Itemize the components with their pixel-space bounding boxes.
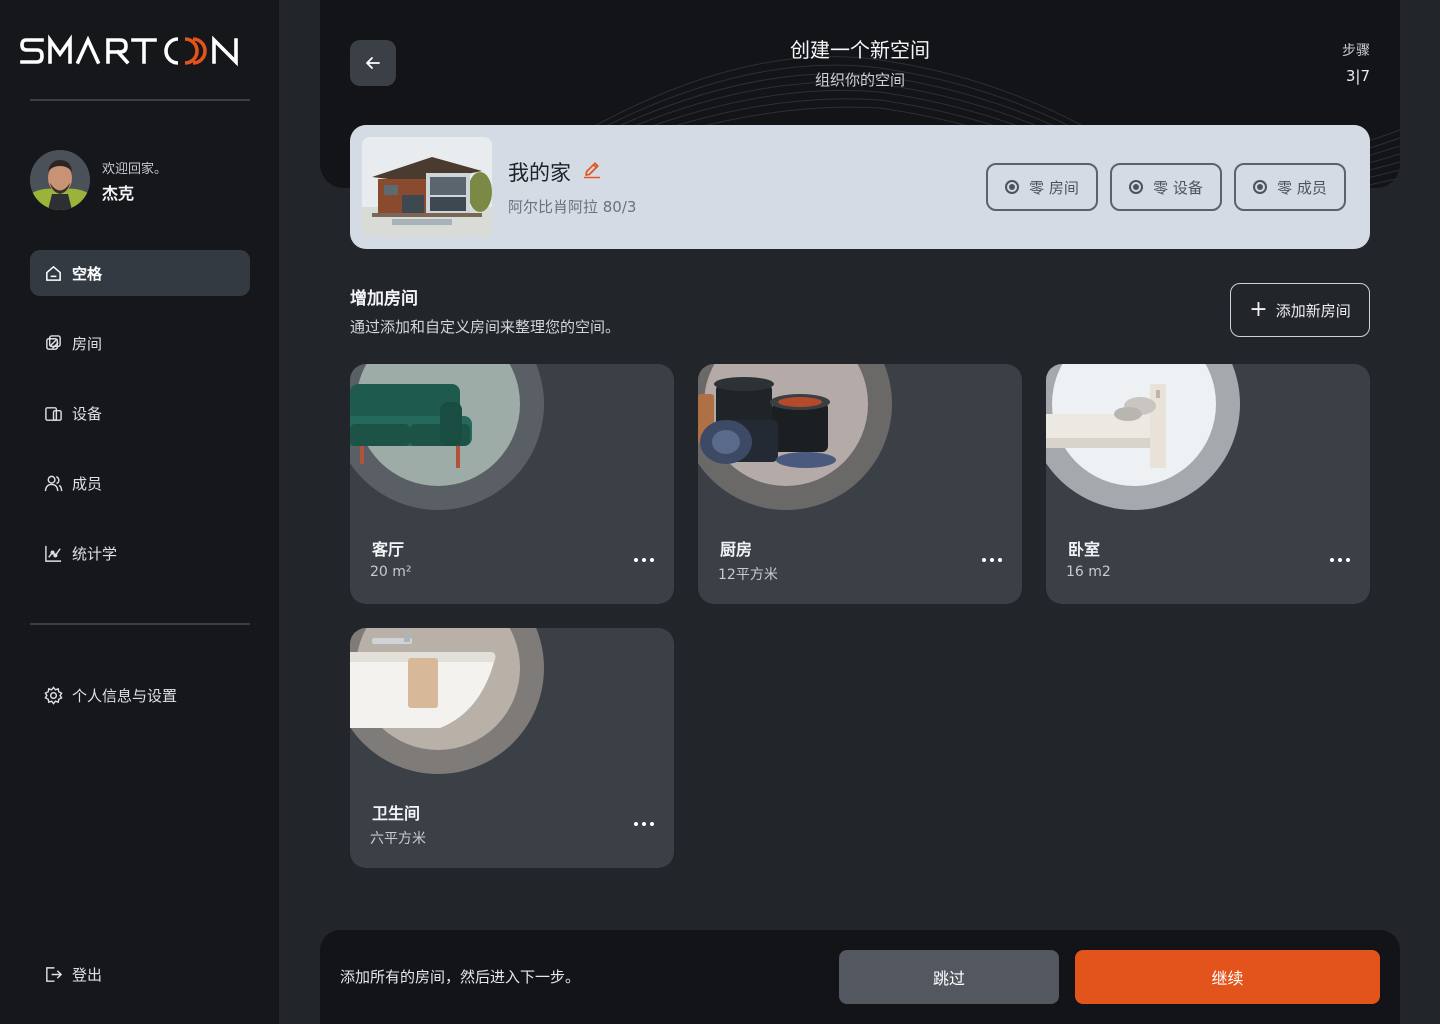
back-button[interactable]: [350, 40, 396, 86]
step-counter: 3|7: [1345, 67, 1370, 85]
nav-item-spaces[interactable]: 空格: [30, 250, 250, 296]
user-name: 杰克: [102, 184, 135, 203]
cookware-image: [698, 364, 892, 510]
nav-item-label: 登出: [72, 965, 103, 984]
bed-image: [1046, 364, 1240, 510]
arrow-left-icon: [366, 57, 380, 69]
skip-button[interactable]: 跳过: [839, 950, 1059, 1004]
statistics-icon: [43, 543, 63, 563]
room-size: 16 m2: [1066, 564, 1111, 580]
section-title: 增加房间: [350, 289, 418, 309]
sidebar-divider-bottom: [30, 623, 250, 625]
nav-item-logout[interactable]: 登出: [30, 951, 250, 997]
footer-bar: 添加所有的房间，然后进入下一步。 跳过 继续: [320, 930, 1400, 1024]
edit-icon[interactable]: [582, 159, 602, 179]
page-title: 创建一个新空间: [790, 38, 930, 62]
house-image: [362, 137, 492, 237]
nav-item-label: 个人信息与设置: [72, 686, 178, 705]
smartoon-logo: [20, 34, 238, 67]
radio-dot-icon: [1129, 180, 1144, 194]
space-name: 我的家: [508, 161, 571, 185]
room-name: 客厅: [372, 540, 405, 559]
room-name: 卫生间: [372, 804, 421, 823]
nav-item-devices[interactable]: 设备: [30, 390, 250, 436]
gear-icon: [43, 685, 63, 705]
devices-count-chip[interactable]: 零 设备: [1110, 163, 1222, 211]
chip-label: 零 房间: [1029, 178, 1079, 197]
chip-label: 零 成员: [1277, 178, 1327, 197]
members-icon: [43, 473, 63, 493]
welcome-text: 欢迎回家。: [102, 162, 168, 177]
nav-item-members[interactable]: 成员: [30, 460, 250, 506]
chip-label: 零 设备: [1153, 178, 1203, 197]
radio-dot-icon: [1253, 180, 1268, 194]
add-room-label: 添加新房间: [1275, 301, 1351, 320]
more-options-icon[interactable]: [634, 550, 654, 570]
nav-item-label: 房间: [72, 334, 103, 353]
more-options-icon[interactable]: [1330, 550, 1350, 570]
add-room-button[interactable]: + 添加新房间: [1230, 283, 1370, 337]
devices-icon: [43, 403, 63, 423]
room-size: 12平方米: [718, 567, 778, 583]
logout-icon: [43, 964, 63, 984]
footer-hint: 添加所有的房间，然后进入下一步。: [340, 968, 581, 986]
page-subtitle: 组织你的空间: [814, 71, 905, 89]
space-card: 我的家 阿尔比肖阿拉 80/3 零 房间 零 设备 零 成员: [350, 125, 1370, 249]
rooms-count-chip[interactable]: 零 房间: [986, 163, 1098, 211]
room-name: 厨房: [720, 540, 753, 559]
nav-item-label: 设备: [72, 404, 103, 423]
room-card-bedroom[interactable]: 卧室 16 m2: [1046, 364, 1370, 604]
plus-icon: +: [1249, 297, 1268, 322]
avatar[interactable]: [30, 150, 90, 210]
sidebar-divider-top: [30, 99, 250, 101]
sidebar: 欢迎回家。 杰克 空格 房间 设备 成员 统计学 个人信息与设置 登出: [0, 0, 279, 1024]
nav-item-label: 成员: [72, 474, 103, 493]
members-count-chip[interactable]: 零 成员: [1234, 163, 1346, 211]
room-size: 20 m²: [370, 564, 412, 580]
nav-item-settings[interactable]: 个人信息与设置: [30, 672, 250, 718]
step-label: 步骤: [1342, 43, 1370, 59]
nav-item-label: 统计学: [72, 544, 118, 563]
home-icon: [43, 263, 63, 283]
nav-item-label: 空格: [72, 264, 103, 283]
sofa-image: [350, 364, 544, 510]
continue-button[interactable]: 继续: [1075, 950, 1380, 1004]
room-card-kitchen[interactable]: 厨房 12平方米: [698, 364, 1022, 604]
room-icon: [43, 333, 63, 353]
room-card-living-room[interactable]: 客厅 20 m²: [350, 364, 674, 604]
room-name: 卧室: [1068, 540, 1101, 559]
room-size: 六平方米: [370, 831, 426, 847]
nav-item-statistics[interactable]: 统计学: [30, 530, 250, 576]
radio-dot-icon: [1005, 180, 1020, 194]
nav-item-rooms[interactable]: 房间: [30, 320, 250, 366]
user-profile: 欢迎回家。 杰克: [30, 150, 250, 210]
more-options-icon[interactable]: [982, 550, 1002, 570]
space-address: 阿尔比肖阿拉 80/3: [508, 198, 637, 216]
bathtub-image: [350, 628, 544, 774]
section-description: 通过添加和自定义房间来整理您的空间。: [350, 318, 621, 336]
more-options-icon[interactable]: [634, 814, 654, 834]
room-card-bathroom[interactable]: 卫生间 六平方米: [350, 628, 674, 868]
